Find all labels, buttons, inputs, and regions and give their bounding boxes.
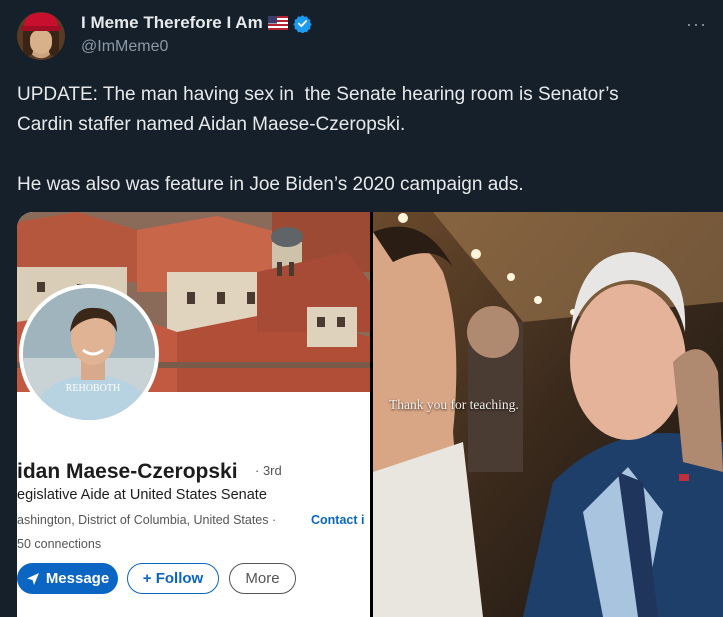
more-icon[interactable]: ··· <box>686 14 707 35</box>
message-button-label: Message <box>45 570 110 587</box>
avatar-face <box>30 30 52 54</box>
tweet-text: UPDATE: The man having sex in the Senate… <box>17 80 707 200</box>
follow-button-label: + Follow <box>142 570 204 587</box>
linkedin-connection-degree: · 3rd <box>255 463 282 478</box>
video-caption: Thank you for teaching. <box>389 397 519 412</box>
author-avatar[interactable] <box>17 12 65 60</box>
linkedin-headline: egislative Aide at United States Senate <box>17 487 267 503</box>
message-button[interactable]: Message <box>17 563 118 594</box>
linkedin-name: idan Maese-Czeropski <box>17 460 238 483</box>
follow-button[interactable]: + Follow <box>127 563 219 594</box>
tweet-media[interactable]: REHOBOTH idan Maese-Czeropski · 3rd egis… <box>17 212 723 617</box>
linkedin-screenshot[interactable]: REHOBOTH idan Maese-Czeropski · 3rd egis… <box>17 212 370 617</box>
tweet-header: I Meme Therefore I Am @ImMeme0 ··· <box>17 12 707 62</box>
author-handle[interactable]: @ImMeme0 <box>81 38 168 56</box>
us-flag-icon <box>267 16 288 30</box>
tweet-line: UPDATE: The man having sex in the Senate… <box>17 84 619 105</box>
campaign-ad-still[interactable]: Thank you for teaching. <box>373 212 723 617</box>
tweet-line: Cardin staffer named Aidan Maese-Czerops… <box>17 114 406 135</box>
profile-portrait: REHOBOTH <box>23 288 155 420</box>
author-display-name[interactable]: I Meme Therefore I Am <box>81 13 263 33</box>
author-name-row: I Meme Therefore I Am <box>81 13 312 33</box>
linkedin-connections-count[interactable]: 50 connections <box>17 537 101 551</box>
linkedin-contact-info-link[interactable]: Contact i <box>311 513 364 527</box>
more-button[interactable]: More <box>229 563 296 594</box>
verified-icon[interactable] <box>293 14 312 33</box>
send-icon <box>26 572 39 585</box>
more-button-label: More <box>245 570 280 587</box>
campaign-scene <box>373 212 723 617</box>
avatar-hat-brim <box>21 26 61 31</box>
shirt-print: REHOBOTH <box>66 383 120 394</box>
linkedin-location: ashington, District of Columbia, United … <box>17 513 277 527</box>
tweet-line: He was also was feature in Joe Biden’s 2… <box>17 174 524 195</box>
linkedin-profile-photo: REHOBOTH <box>19 284 159 424</box>
